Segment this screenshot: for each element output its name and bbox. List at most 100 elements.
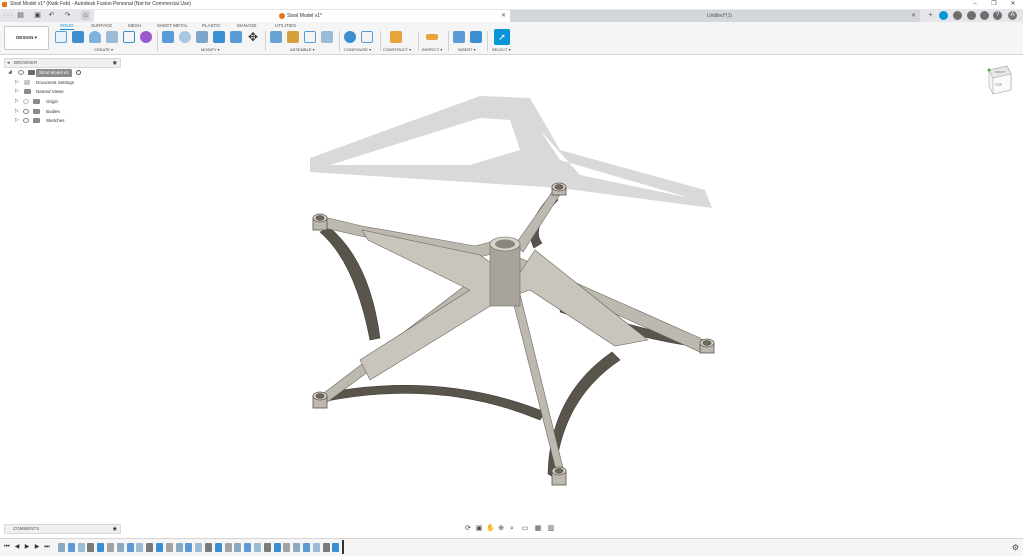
- create-sketch-icon[interactable]: [55, 31, 67, 43]
- redo-icon[interactable]: ↷: [63, 11, 72, 20]
- insert-derive-icon[interactable]: [453, 31, 465, 43]
- tab-stool-model[interactable]: Stool Model v1* ✕: [94, 10, 510, 22]
- avatar[interactable]: A: [1008, 11, 1017, 20]
- timeline-feature[interactable]: [244, 543, 252, 552]
- loft-icon[interactable]: [123, 31, 135, 43]
- timeline-feature[interactable]: [254, 543, 261, 552]
- select-cursor-icon[interactable]: ➚: [494, 29, 510, 45]
- sweep-icon[interactable]: [106, 31, 118, 43]
- notifications-icon[interactable]: [967, 11, 976, 20]
- play-icon[interactable]: ▶: [23, 543, 31, 552]
- fillet-icon[interactable]: [179, 31, 191, 43]
- workspace-switcher[interactable]: DESIGN ▾: [4, 26, 49, 50]
- shell-icon[interactable]: [213, 31, 225, 43]
- combine-icon[interactable]: [230, 31, 242, 43]
- timeline-feature[interactable]: [77, 543, 85, 552]
- timeline-feature[interactable]: [67, 543, 75, 552]
- timeline-feature[interactable]: [214, 543, 222, 552]
- zoom-icon[interactable]: ⊕: [497, 525, 505, 533]
- construct-menu[interactable]: CONSTRUCT ▾: [383, 47, 411, 53]
- timeline-feature[interactable]: [322, 543, 330, 552]
- grid-settings-icon[interactable]: ▦: [534, 525, 542, 533]
- timeline-feature[interactable]: [224, 543, 232, 552]
- timeline-feature[interactable]: [185, 543, 193, 552]
- bell-icon[interactable]: [980, 11, 989, 20]
- press-pull-icon[interactable]: [162, 31, 174, 43]
- help-icon[interactable]: ?: [993, 11, 1002, 20]
- joint-icon[interactable]: [287, 31, 299, 43]
- timeline-feature[interactable]: [97, 543, 105, 552]
- timeline-marker[interactable]: [342, 540, 344, 554]
- timeline-settings-gear-icon[interactable]: ⚙: [1011, 543, 1020, 552]
- tab-untitled[interactable]: Untitled*(1) ✕: [510, 10, 920, 22]
- select-menu[interactable]: SELECT ▾: [492, 47, 511, 53]
- timeline-feature[interactable]: [263, 543, 271, 552]
- joint-origin-icon[interactable]: [321, 31, 333, 43]
- maximize-button[interactable]: ❐: [988, 0, 1000, 9]
- tab-solid[interactable]: SOLID: [60, 23, 74, 30]
- tab-utilities[interactable]: UTILITIES: [275, 23, 296, 29]
- close-tab-button[interactable]: ✕: [501, 11, 506, 21]
- timeline-feature[interactable]: [234, 543, 242, 552]
- timeline-feature[interactable]: [165, 543, 173, 552]
- form-icon[interactable]: [140, 31, 152, 43]
- measure-icon[interactable]: [426, 34, 438, 40]
- apps-grid-icon[interactable]: ⋮⋮⋮: [2, 11, 14, 20]
- new-tab-button[interactable]: +: [926, 11, 935, 20]
- go-to-start-icon[interactable]: ⏮: [3, 543, 11, 552]
- timeline-feature[interactable]: [136, 543, 144, 552]
- viewports-icon[interactable]: ▥: [547, 525, 555, 533]
- file-menu-icon[interactable]: ▤: [16, 11, 25, 20]
- offset-plane-icon[interactable]: [390, 31, 402, 43]
- timeline-feature[interactable]: [303, 543, 310, 552]
- tab-mesh[interactable]: MESH: [128, 23, 141, 29]
- timeline-feature[interactable]: [107, 543, 114, 552]
- clock-icon[interactable]: [953, 11, 962, 20]
- timeline-feature[interactable]: [312, 543, 320, 552]
- timeline-feature[interactable]: [205, 543, 212, 552]
- parameters-icon[interactable]: [344, 31, 356, 43]
- tab-plastic[interactable]: PLASTIC: [202, 23, 221, 29]
- save-icon[interactable]: ▣: [33, 11, 42, 20]
- chamfer-icon[interactable]: [196, 31, 208, 43]
- tab-manage[interactable]: MANAGE: [237, 23, 257, 29]
- configure-table-icon[interactable]: [361, 31, 373, 43]
- minimize-button[interactable]: –: [969, 0, 981, 9]
- timeline-feature[interactable]: [195, 543, 203, 552]
- cloud-icon[interactable]: [939, 11, 948, 20]
- timeline-feature[interactable]: [273, 543, 281, 552]
- revolve-icon[interactable]: [89, 31, 101, 43]
- model-viewport[interactable]: [0, 56, 1023, 522]
- move-icon[interactable]: ✥: [247, 31, 259, 43]
- insert-image-icon[interactable]: [470, 31, 482, 43]
- display-settings-icon[interactable]: ▭: [521, 525, 529, 533]
- new-component-icon[interactable]: [270, 31, 282, 43]
- tab-sheet-metal[interactable]: SHEET METAL: [157, 23, 188, 29]
- fit-icon[interactable]: ⌕: [508, 525, 516, 533]
- assemble-menu[interactable]: ASSEMBLE ▾: [290, 47, 315, 53]
- home-icon[interactable]: ⌂: [81, 11, 90, 20]
- modify-menu[interactable]: MODIFY ▾: [201, 47, 220, 53]
- insert-menu[interactable]: INSERT ▾: [458, 47, 476, 53]
- timeline-feature[interactable]: [146, 543, 154, 552]
- timeline-feature[interactable]: [175, 543, 183, 552]
- look-at-icon[interactable]: ▣: [475, 525, 483, 533]
- step-forward-icon[interactable]: ▶: [33, 543, 41, 552]
- create-menu[interactable]: CREATE ▾: [94, 47, 113, 53]
- tab-surface[interactable]: SURFACE: [91, 23, 112, 29]
- timeline-feature[interactable]: [332, 543, 340, 552]
- step-back-icon[interactable]: ◀: [13, 543, 21, 552]
- go-to-end-icon[interactable]: ⏭: [43, 543, 51, 552]
- orbit-icon[interactable]: ⟳: [464, 525, 472, 533]
- timeline-feature[interactable]: [87, 543, 95, 552]
- configure-menu[interactable]: CONFIGURE ▾: [344, 47, 371, 53]
- as-built-joint-icon[interactable]: [304, 31, 316, 43]
- inspect-menu[interactable]: INSPECT ▾: [422, 47, 442, 53]
- timeline-feature[interactable]: [116, 543, 124, 552]
- extrude-icon[interactable]: [72, 31, 84, 43]
- timeline-feature[interactable]: [156, 543, 163, 552]
- pin-icon[interactable]: ◉: [113, 525, 117, 533]
- pan-icon[interactable]: ✋: [486, 525, 495, 533]
- timeline-feature[interactable]: [58, 543, 65, 552]
- timeline-feature[interactable]: [126, 543, 134, 552]
